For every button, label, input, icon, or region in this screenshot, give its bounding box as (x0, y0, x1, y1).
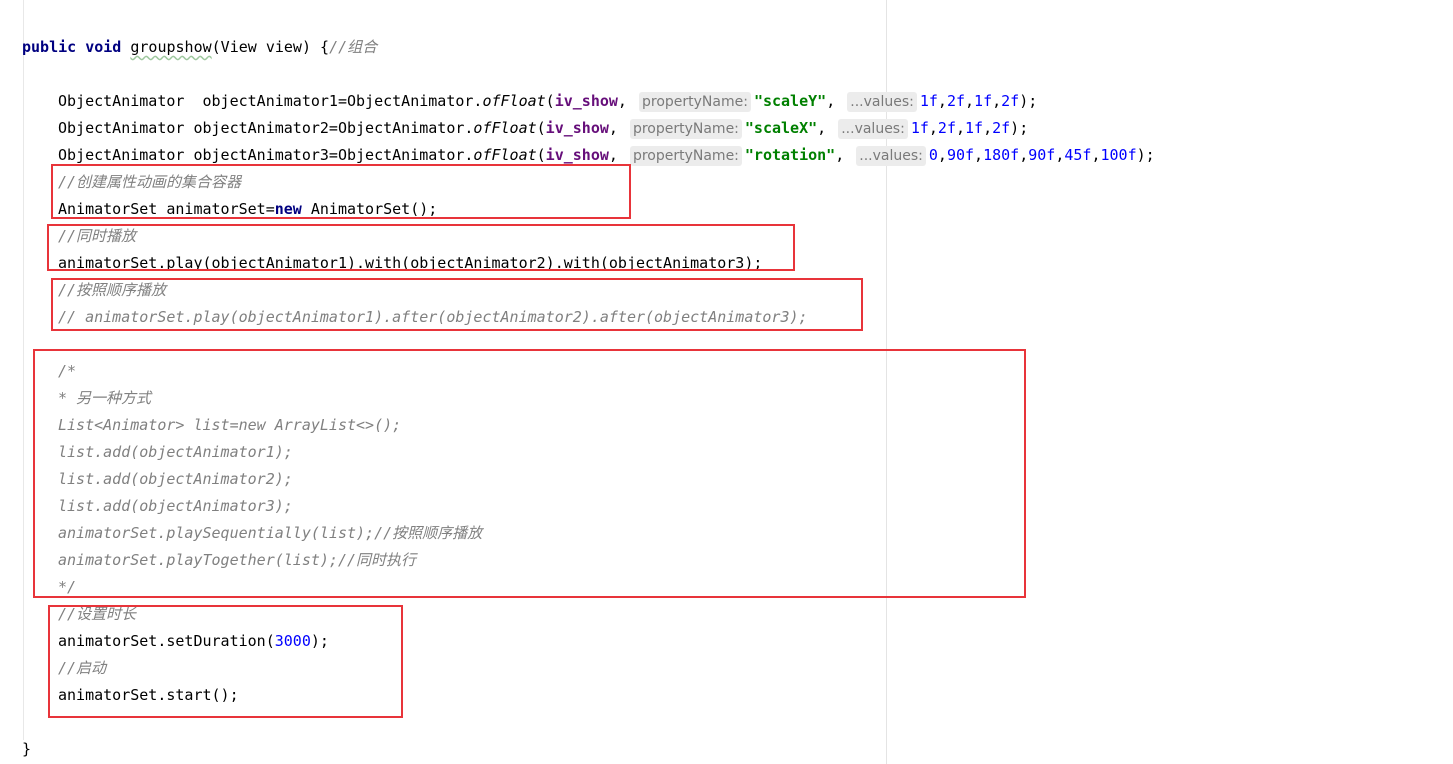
indent-guide (23, 0, 24, 740)
animator1-target: iv_show (554, 92, 618, 110)
statement-end: ); (1010, 119, 1029, 137)
animator1-value: 1f (974, 92, 993, 110)
param-hint-values: ...values: (856, 146, 926, 166)
closing-brace: } (22, 740, 32, 758)
method-params: (View view) { (211, 38, 330, 56)
param-hint-property-name: propertyName: (629, 146, 742, 166)
animator2-value: 2f (992, 119, 1011, 137)
animator2-value: 2f (937, 119, 956, 137)
comma: , (817, 119, 836, 137)
paren-open: ( (536, 119, 546, 137)
method-signature-line: public void groupshow(View view) {//组合 (22, 36, 377, 58)
animator1-line: ObjectAnimator objectAnimator1=ObjectAni… (58, 92, 1038, 112)
animator3-value: 0 (928, 146, 938, 164)
highlight-box-create-set (51, 164, 631, 219)
animator3-property: "rotation" (744, 146, 836, 164)
method-name: groupshow (130, 38, 212, 56)
animator3-method: ofFloat (473, 146, 537, 164)
comma: , (608, 119, 627, 137)
animator2-property: "scaleX" (744, 119, 818, 137)
animator2-value: 1f (910, 119, 929, 137)
animator3-value: 90f (946, 146, 975, 164)
animator3-value: 180f (983, 146, 1020, 164)
animator1-value: 1f (919, 92, 938, 110)
animator3-decl: ObjectAnimator objectAnimator3=ObjectAni… (58, 146, 474, 164)
animator1-value: 2f (1001, 92, 1020, 110)
comma: , (608, 146, 627, 164)
animator3-value: 90f (1028, 146, 1056, 164)
comma: , (835, 146, 854, 164)
param-hint-property-name: propertyName: (629, 119, 742, 139)
animator2-target: iv_show (545, 119, 609, 137)
animator1-value: 2f (946, 92, 966, 110)
comma: , (617, 92, 636, 110)
keyword-public: public (22, 38, 77, 56)
animator2-line: ObjectAnimator objectAnimator2=ObjectAni… (58, 119, 1029, 139)
statement-end: ); (1019, 92, 1038, 110)
paren-open: ( (545, 92, 555, 110)
animator3-value: 100f (1100, 146, 1137, 164)
animator2-decl: ObjectAnimator objectAnimator2=ObjectAni… (58, 119, 474, 137)
animator3-line: ObjectAnimator objectAnimator3=ObjectAni… (58, 146, 1155, 166)
animator3-target: iv_show (545, 146, 609, 164)
animator1-decl: ObjectAnimator objectAnimator1=ObjectAni… (58, 92, 483, 110)
animator3-value: 45f (1064, 146, 1092, 164)
animator1-property: "scaleY" (753, 92, 827, 110)
param-hint-property-name: propertyName: (638, 92, 751, 112)
paren-open: ( (536, 146, 546, 164)
signature-comment: //组合 (329, 38, 378, 56)
param-hint-values: ...values: (838, 119, 908, 139)
animator1-method: ofFloat (482, 92, 546, 110)
highlight-box-play-sequence (51, 278, 863, 331)
param-hint-values: ...values: (847, 92, 917, 112)
animator2-value: 1f (965, 119, 984, 137)
highlight-box-block-comment (33, 349, 1026, 598)
statement-end: ); (1136, 146, 1155, 164)
animator2-method: ofFloat (473, 119, 537, 137)
highlight-box-play-together (47, 224, 795, 271)
keyword-void: void (85, 38, 122, 56)
highlight-box-duration-start (48, 605, 403, 718)
comma: , (826, 92, 845, 110)
